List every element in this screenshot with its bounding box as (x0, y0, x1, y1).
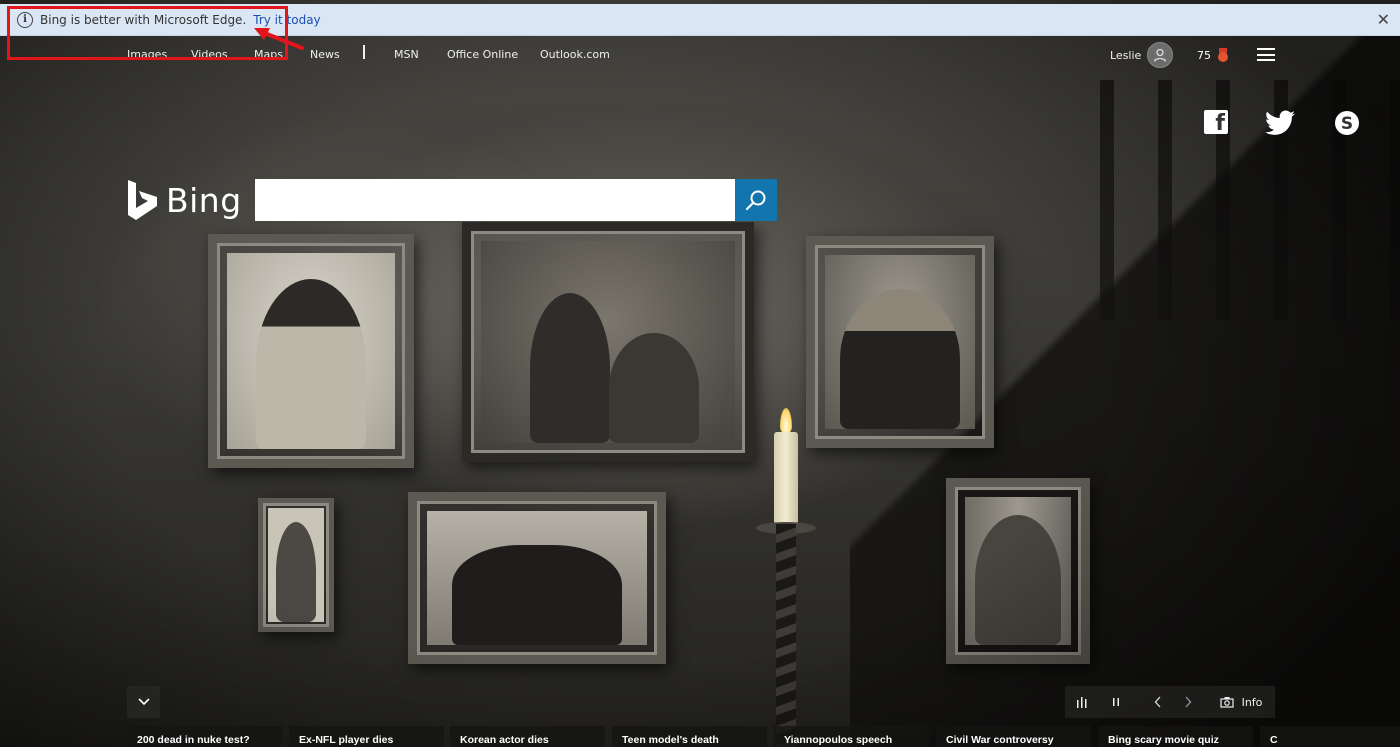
nav-separator (363, 45, 365, 59)
top-nav: Images Videos Maps News MSN Office Onlin… (0, 42, 1400, 68)
image-info-button[interactable]: Info (1207, 686, 1275, 718)
background-image (0, 0, 1400, 747)
news-item[interactable]: Yiannopoulos speech (774, 726, 929, 747)
user-name: Leslie (1110, 48, 1142, 62)
chevron-down-icon (137, 698, 150, 706)
news-item[interactable]: 200 dead in nuke test? (127, 726, 282, 747)
expand-news-button[interactable] (127, 686, 160, 718)
search-button[interactable] (735, 179, 777, 221)
news-item[interactable]: Korean actor dies (450, 726, 605, 747)
user-icon (1154, 48, 1167, 62)
camera-icon (1219, 697, 1234, 708)
rewards-medal-icon (1217, 48, 1229, 62)
svg-text:S: S (1341, 114, 1353, 134)
info-label: Info (1241, 695, 1263, 709)
vignette (0, 0, 1400, 747)
nav-office-online[interactable]: Office Online (447, 48, 518, 61)
bing-wordmark: Bing (166, 180, 242, 220)
news-item[interactable]: C (1260, 726, 1400, 747)
try-it-today-link[interactable]: Try it today (253, 13, 320, 27)
bing-b-icon (128, 180, 157, 220)
image-controls: Info (1065, 686, 1275, 718)
news-item[interactable]: Teen model's death (612, 726, 767, 747)
bing-logo[interactable]: Bing (128, 180, 242, 220)
news-item[interactable]: Ex-NFL player dies (289, 726, 444, 747)
user-account[interactable]: Leslie (1110, 42, 1174, 68)
bar-chart-icon (1077, 697, 1087, 708)
nav-news[interactable]: News (310, 48, 340, 61)
close-icon[interactable]: ✕ (1377, 10, 1390, 29)
pause-button[interactable] (1101, 686, 1131, 718)
news-item[interactable]: Bing scary movie quiz (1098, 726, 1253, 747)
facebook-icon[interactable]: f (1204, 110, 1228, 136)
search-input[interactable] (255, 179, 735, 221)
skype-icon[interactable]: S (1334, 110, 1360, 136)
twitter-icon[interactable] (1265, 110, 1295, 136)
info-icon: i (17, 11, 33, 28)
avatar[interactable] (1147, 42, 1174, 68)
nav-msn[interactable]: MSN (394, 48, 419, 61)
edge-promo-banner: i Bing is better with Microsoft Edge. Tr… (0, 4, 1400, 36)
pause-icon (1113, 698, 1119, 706)
previous-image-button[interactable] (1145, 686, 1171, 718)
reward-points: 75 (1197, 48, 1211, 62)
search-icon (745, 190, 766, 211)
rewards-counter[interactable]: 75 (1197, 48, 1229, 62)
nav-images[interactable]: Images (127, 48, 167, 61)
next-image-button[interactable] (1175, 686, 1201, 718)
nav-videos[interactable]: Videos (191, 48, 228, 61)
quiz-button[interactable] (1065, 686, 1099, 718)
news-item[interactable]: Civil War controversy (936, 726, 1091, 747)
chevron-right-icon (1185, 696, 1192, 708)
chevron-left-icon (1154, 696, 1161, 708)
hamburger-menu-icon[interactable] (1257, 48, 1275, 61)
nav-outlook[interactable]: Outlook.com (540, 48, 610, 61)
nav-maps[interactable]: Maps (254, 48, 283, 61)
news-strip: 200 dead in nuke test? Ex-NFL player die… (127, 726, 1400, 747)
edge-promo-message: Bing is better with Microsoft Edge. (40, 12, 247, 27)
